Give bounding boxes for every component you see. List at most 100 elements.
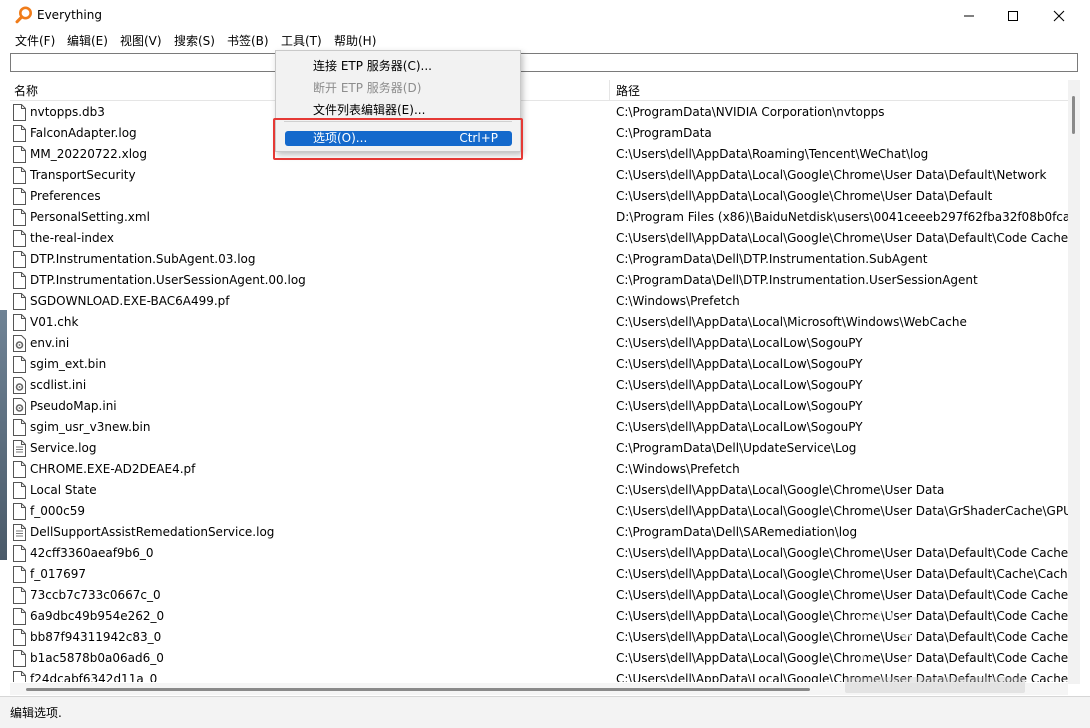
table-row[interactable]: V01.chk C:\Users\dell\AppData\Local\Micro… (10, 312, 1068, 333)
table-row[interactable]: nvtopps.db3 C:\ProgramData\NVIDIA Corpora… (10, 102, 1068, 123)
row-file-name: b1ac5878b0a06ad6_0 (30, 651, 164, 665)
row-file-name: nvtopps.db3 (30, 105, 105, 119)
file-icon (13, 251, 26, 268)
menu-file[interactable]: 文件(F) (15, 33, 55, 49)
settings-file-icon (13, 335, 26, 352)
column-header-path[interactable]: 路径 (616, 82, 640, 99)
row-file-name: PseudoMap.ini (30, 399, 117, 413)
table-row[interactable]: Local State C:\Users\dell\AppData\Local\G… (10, 480, 1068, 501)
row-file-path: C:\Users\dell\AppData\Local\Google\Chrom… (616, 546, 1068, 560)
table-row[interactable]: CHROME.EXE-AD2DEAE4.pf C:\Windows\Prefetc… (10, 459, 1068, 480)
row-file-name: Service.log (30, 441, 97, 455)
row-file-name: bb87f94311942c83_0 (30, 630, 162, 644)
row-file-name: sgim_usr_v3new.bin (30, 420, 151, 434)
table-row[interactable]: env.ini C:\Users\dell\AppData\LocalLow\So… (10, 333, 1068, 354)
settings-file-icon (13, 398, 26, 415)
file-icon (13, 503, 26, 520)
row-file-path: C:\Users\dell\AppData\Local\Google\Chrom… (616, 483, 945, 497)
row-file-name: f_017697 (30, 567, 87, 581)
file-icon (13, 125, 26, 142)
maximize-icon (1007, 10, 1019, 22)
row-file-path: C:\ProgramData\NVIDIA Corporation\nvtopp… (616, 105, 885, 119)
file-icon (13, 356, 26, 373)
row-file-name: DellSupportAssistRemedationService.log (30, 525, 275, 539)
row-file-path: C:\Users\dell\AppData\Local\Microsoft\Wi… (616, 315, 967, 329)
row-file-path: C:\ProgramData\Dell\UpdateService\Log (616, 441, 857, 455)
results-list: nvtopps.db3 C:\ProgramData\NVIDIA Corpora… (10, 102, 1068, 682)
menu-item-connect-etp[interactable]: 连接 ETP 服务器(C)... (276, 54, 520, 74)
row-file-path: D:\Program Files (x86)\BaiduNetdisk\user… (616, 210, 1068, 224)
table-row[interactable]: TransportSecurity C:\Users\dell\AppData\L… (10, 165, 1068, 186)
menu-view[interactable]: 视图(V) (120, 33, 162, 49)
column-header-name[interactable]: 名称 (14, 82, 38, 99)
table-row[interactable]: DTP.Instrumentation.UserSessionAgent.00.… (10, 270, 1068, 291)
settings-file-icon (13, 377, 26, 394)
menu-edit[interactable]: 编辑(E) (67, 33, 108, 49)
table-row[interactable]: PseudoMap.ini C:\Users\dell\AppData\Local… (10, 396, 1068, 417)
row-file-name: f_000c59 (30, 504, 85, 518)
table-row[interactable]: sgim_ext.bin C:\Users\dell\AppData\LocalL… (10, 354, 1068, 375)
table-row[interactable]: scdlist.ini C:\Users\dell\AppData\LocalLo… (10, 375, 1068, 396)
everything-window: Everything 文件(F) 编辑(E) 视图(V) 搜索(S) 书签(B)… (0, 0, 1090, 728)
table-row[interactable]: 42cff3360aeaf9b6_0 C:\Users\dell\AppData\… (10, 543, 1068, 564)
horizontal-scroll-thumb[interactable] (26, 688, 810, 691)
table-row[interactable]: the-real-index C:\Users\dell\AppData\Loca… (10, 228, 1068, 249)
row-file-path: C:\ProgramData\Dell\DTP.Instrumentation.… (616, 252, 928, 266)
file-icon (13, 146, 26, 163)
table-row[interactable]: FalconAdapter.log C:\ProgramData (10, 123, 1068, 144)
row-file-path: C:\Windows\Prefetch (616, 462, 740, 476)
row-file-name: TransportSecurity (30, 168, 136, 182)
file-icon (13, 230, 26, 247)
menu-help[interactable]: 帮助(H) (334, 33, 376, 49)
row-file-name: 73ccb7c733c0667c_0 (30, 588, 161, 602)
table-row[interactable]: 73ccb7c733c0667c_0 C:\Users\dell\AppData\… (10, 585, 1068, 606)
table-row[interactable]: PersonalSetting.xml D:\Program Files (x86… (10, 207, 1068, 228)
status-text: 编辑选项. (10, 706, 62, 720)
file-icon (13, 482, 26, 499)
row-file-name: MM_20220722.xlog (30, 147, 147, 161)
file-icon (13, 608, 26, 625)
file-icon (13, 209, 26, 226)
vertical-scrollbar[interactable] (1068, 80, 1080, 684)
table-row[interactable]: DTP.Instrumentation.SubAgent.03.log C:\Pr… (10, 249, 1068, 270)
vertical-scroll-thumb[interactable] (1072, 96, 1075, 134)
close-icon (1053, 10, 1065, 22)
column-divider[interactable] (609, 80, 610, 100)
close-button[interactable] (1036, 0, 1082, 31)
table-row[interactable]: sgim_usr_v3new.bin C:\Users\dell\AppData\… (10, 417, 1068, 438)
file-icon (13, 650, 26, 667)
table-row[interactable]: Service.log C:\ProgramData\Dell\UpdateSer… (10, 438, 1068, 459)
file-icon (13, 461, 26, 478)
row-file-path: C:\Users\dell\AppData\LocalLow\SogouPY (616, 399, 863, 413)
text-file-icon (13, 440, 26, 457)
row-file-path: C:\Users\dell\AppData\LocalLow\SogouPY (616, 336, 863, 350)
magnifier-icon (15, 6, 33, 24)
file-icon (13, 104, 26, 121)
row-file-name: FalconAdapter.log (30, 126, 137, 140)
file-icon (13, 272, 26, 289)
row-file-path: C:\Users\dell\AppData\Local\Google\Chrom… (616, 189, 993, 203)
minimize-icon (963, 10, 975, 22)
row-file-name: Preferences (30, 189, 101, 203)
file-icon (13, 566, 26, 583)
row-file-name: DTP.Instrumentation.UserSessionAgent.00.… (30, 273, 306, 287)
table-row[interactable]: MM_20220722.xlog C:\Users\dell\AppData\Ro… (10, 144, 1068, 165)
minimize-button[interactable] (946, 0, 992, 31)
maximize-button[interactable] (990, 0, 1036, 31)
menu-item-file-list-editor[interactable]: 文件列表编辑器(E)... (276, 98, 520, 118)
row-file-path: C:\Windows\Prefetch (616, 294, 740, 308)
row-file-path: C:\Users\dell\AppData\Local\Google\Chrom… (616, 567, 1068, 581)
menu-bookmarks[interactable]: 书签(B) (227, 33, 269, 49)
table-row[interactable]: DellSupportAssistRemedationService.log C:… (10, 522, 1068, 543)
table-row[interactable]: f_017697 C:\Users\dell\AppData\Local\Goog… (10, 564, 1068, 585)
menu-tools[interactable]: 工具(T) (281, 33, 322, 49)
table-row[interactable]: Preferences C:\Users\dell\AppData\Local\G… (10, 186, 1068, 207)
row-file-path: C:\ProgramData\Dell\SARemediation\log (616, 525, 858, 539)
table-row[interactable]: SGDOWNLOAD.EXE-BAC6A499.pf C:\Windows\Pre… (10, 291, 1068, 312)
file-icon (13, 629, 26, 646)
search-input[interactable] (10, 53, 1078, 72)
menu-search[interactable]: 搜索(S) (174, 33, 215, 49)
window-title: Everything (37, 8, 102, 22)
title-bar[interactable]: Everything (0, 0, 1090, 31)
table-row[interactable]: f_000c59 C:\Users\dell\AppData\Local\Goog… (10, 501, 1068, 522)
